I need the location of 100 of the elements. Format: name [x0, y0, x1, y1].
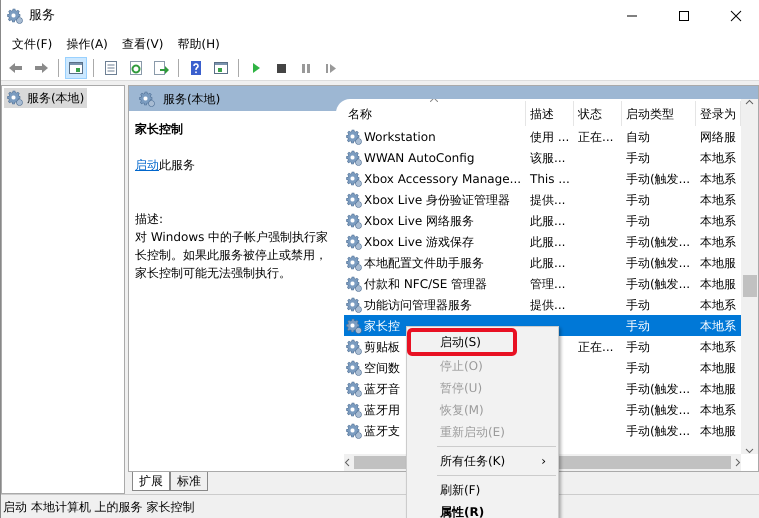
vertical-scrollbar[interactable] [741, 99, 758, 454]
menu-item[interactable]: 刷新(F) [407, 479, 558, 501]
service-name-cell[interactable]: Xbox Live 网络服务 [364, 212, 474, 230]
window-title: 服务 [29, 7, 56, 26]
table-cell-text: 本地服 [699, 360, 737, 376]
table-cell-text: 提供... [529, 296, 566, 314]
export-icon [153, 60, 169, 76]
service-name-cell[interactable]: 空间数 [364, 358, 400, 376]
service-name-cell[interactable]: 本地配置文件助手服务 [364, 254, 484, 272]
table-cell-text: 正在... [577, 128, 614, 146]
service-name-cell[interactable]: Xbox Live 身份验证管理器 [364, 190, 510, 208]
description-text: 对 Windows 中的子帐户强制执行家长控制。如果此服务被停止或禁用，家长控制可能无法强制执行。 [135, 229, 330, 282]
service-name-cell[interactable]: 家长控 [364, 316, 400, 334]
table-cell-text: 此服... [529, 212, 566, 230]
menu-item[interactable]: 帮助(H) [170, 34, 227, 52]
table-cell-text: 本地服 [699, 422, 737, 440]
table-cell-text: 手动(触发... [625, 422, 692, 440]
scroll-thumb[interactable] [742, 275, 756, 297]
table-cell-text: 手动(触发... [625, 276, 692, 292]
service-name-cell[interactable]: 蓝牙用 [364, 400, 400, 418]
view-tab[interactable]: 标准 [170, 472, 208, 491]
service-name-cell[interactable]: 付款和 NFC/SE 管理器 [364, 274, 488, 292]
table-cell-text: 本地系 [699, 150, 737, 166]
table-cell-text: 手动 [625, 338, 651, 356]
menu-item[interactable]: 所有任务(K) › [407, 450, 558, 472]
service-name-cell[interactable]: 剪贴板 [364, 338, 400, 356]
gear-icon [346, 234, 362, 250]
column-header[interactable]: 名称 [344, 101, 526, 126]
menu-item[interactable]: 属性(R) [407, 501, 558, 518]
help-icon [188, 60, 204, 76]
table-cell-text: 手动(触发... [625, 170, 692, 188]
table-cell-text: 手动 [625, 150, 651, 166]
gear-icon [346, 170, 362, 186]
column-header[interactable]: 描述 [526, 101, 574, 126]
close-icon [730, 10, 742, 22]
status-text: 启动 本地计算机 上的服务 家长控制 [3, 498, 194, 516]
gear-icon [346, 212, 362, 228]
table-cell-text: 本地系 [699, 402, 737, 418]
table-cell-text: 手动 [625, 212, 651, 230]
view-tab[interactable]: 扩展 [132, 472, 170, 491]
table-cell-text: 本地服 [699, 380, 737, 398]
table-cell-text: 手动 [625, 360, 651, 376]
service-name-cell[interactable]: 蓝牙支 [364, 422, 400, 440]
gear-icon [7, 90, 23, 106]
table-cell-text: 使用 ... [529, 128, 570, 146]
start-link[interactable]: 启动 [135, 158, 159, 172]
gear-icon [346, 380, 362, 396]
service-name: 家长控制 [135, 121, 184, 138]
table-cell-text: 本地系 [699, 234, 737, 250]
table-cell-text: 手动(触发... [625, 402, 692, 418]
menu-item[interactable]: 文件(F) [5, 34, 60, 52]
maximize-icon [678, 10, 690, 22]
table-cell-text: 本地系 [699, 296, 737, 314]
gear-icon [346, 276, 362, 292]
table-cell-text: 此服... [529, 234, 566, 250]
service-name-cell[interactable]: WWAN AutoConfig [364, 148, 474, 166]
table-cell-text: 本地服 [699, 254, 737, 272]
table-cell: 手动 [622, 315, 696, 336]
table-cell-text: 手动 [625, 296, 651, 314]
table-cell-text: This ... [529, 170, 571, 188]
table-cell-text: 网络服 [699, 128, 737, 146]
gear-icon [346, 402, 362, 418]
scroll-left-icon[interactable] [344, 458, 350, 467]
refresh-icon [128, 60, 144, 76]
scroll-down-icon[interactable] [745, 448, 754, 454]
table-cell-text: 提供... [529, 192, 566, 208]
column-header[interactable]: 状态 [574, 101, 622, 126]
table-cell-text: 正在... [577, 338, 614, 356]
table-cell-text: 管理... [529, 276, 566, 292]
table-cell-text: 手动(触发... [625, 380, 692, 398]
tree-item[interactable]: 服务(本地) [4, 88, 88, 108]
service-name-cell[interactable]: Xbox Accessory Manage... [364, 170, 522, 188]
action-pane-icon [213, 60, 229, 76]
service-name-cell[interactable]: Xbox Live 游戏保存 [364, 232, 474, 250]
description-label: 描述: [135, 211, 164, 228]
service-name-cell[interactable]: 蓝牙音 [364, 380, 400, 398]
scroll-right-icon[interactable] [735, 458, 741, 467]
table-cell-text: 手动(触发... [625, 234, 692, 250]
table-cell-text: 本地服 [699, 276, 737, 292]
table-cell: 本地系 [696, 315, 741, 336]
menu-item[interactable]: 启动(S) [410, 331, 514, 353]
panel-title: 服务(本地) [163, 90, 220, 108]
table-cell-text: 本地系 [699, 212, 737, 230]
table-cell-text: 本地系 [699, 192, 737, 208]
gear-icon [346, 128, 362, 144]
gear-icon [346, 192, 362, 208]
table-cell-text: 自动 [625, 128, 651, 146]
menu-item[interactable]: 操作(A) [59, 34, 115, 52]
table-cell-text: 本地系 [699, 170, 737, 188]
menu-item[interactable]: 查看(V) [114, 34, 170, 52]
scroll-up-icon[interactable] [745, 99, 754, 105]
gear-icon [346, 360, 362, 376]
gear-icon [346, 318, 362, 334]
gear-icon [346, 254, 362, 270]
table-cell-text: 此服... [529, 254, 566, 272]
service-name-cell[interactable]: 功能访问管理器服务 [364, 296, 472, 314]
service-name-cell[interactable]: Workstation [364, 128, 436, 146]
toolbar-button[interactable] [65, 56, 87, 78]
column-header[interactable]: 启动类型 [622, 101, 696, 126]
gear-icon [139, 90, 155, 106]
